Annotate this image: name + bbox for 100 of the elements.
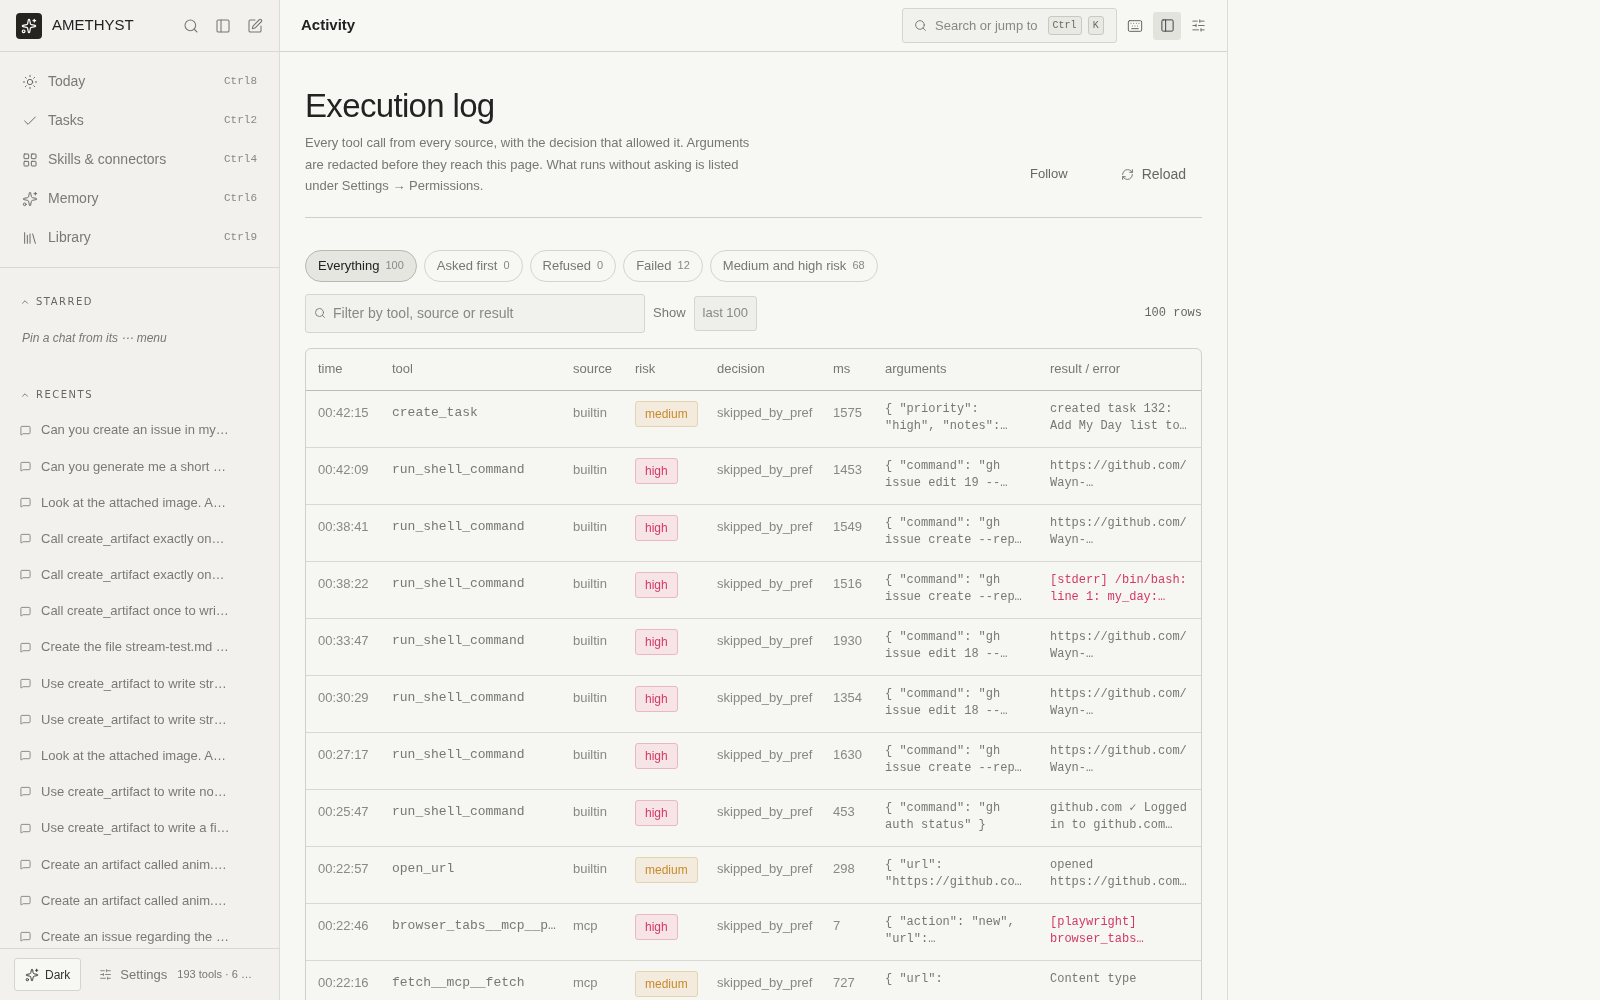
- table-cell-text: 7: [833, 916, 842, 935]
- show-select[interactable]: last 100: [693, 295, 758, 331]
- tool-name: run_shell_command: [392, 745, 526, 764]
- table-cell-text: 00:42:09: [318, 460, 370, 479]
- table-cell-text: skipped_by_pref: [717, 517, 814, 536]
- tool-name: run_shell_command: [392, 802, 526, 821]
- settings-button[interactable]: Settings: [99, 964, 168, 985]
- result-text: https://github.com/ Wayn-…: [1050, 628, 1188, 663]
- section-header[interactable]: RECENTS: [20, 387, 259, 402]
- recent-chat[interactable]: Use create_artifact to write no…: [20, 773, 259, 811]
- tools-summary: 193 tools · 6 …: [177, 967, 252, 983]
- column-header: source: [573, 360, 614, 379]
- risk-badge: high: [635, 913, 678, 940]
- sidebar-toggle[interactable]: [1153, 11, 1181, 40]
- chat-icon: [20, 533, 31, 545]
- arguments-cell-text: { "priority": "high", "notes":…: [885, 400, 1009, 435]
- nav-item[interactable]: Skills & connectors Ctrl4: [0, 140, 279, 179]
- column-header: result / error: [1050, 360, 1122, 379]
- filter-chip[interactable]: Refused 0: [529, 249, 617, 282]
- filter-chip[interactable]: Everything 100: [305, 249, 417, 282]
- table-cell-text: 1575: [833, 403, 863, 422]
- table-cell-text: builtin: [573, 574, 608, 593]
- result-text: https://github.com/ Wayn-…: [1050, 514, 1188, 549]
- table-cell-text: builtin: [573, 745, 608, 764]
- sparkle-icon: [21, 17, 37, 34]
- recent-chat[interactable]: Use create_artifact to write a fi…: [20, 810, 259, 847]
- risk-badge: high: [635, 457, 678, 484]
- table-cell-text: builtin: [573, 688, 608, 707]
- table-cell-text: skipped_by_pref: [717, 745, 814, 764]
- error-text: [playwright] browser_tabs…: [1050, 913, 1145, 948]
- nav-item[interactable]: Today Ctrl8: [0, 62, 279, 101]
- recent-chat[interactable]: Call create_artifact exactly on…: [20, 520, 259, 557]
- filter-chip[interactable]: Asked first 0: [423, 249, 523, 282]
- arguments-cell-text: { "url": "https://github.co…: [885, 856, 1023, 891]
- column-header: decision: [717, 360, 766, 379]
- sliders-icon[interactable]: [1191, 18, 1206, 33]
- search-icon: [914, 19, 927, 32]
- nav-item[interactable]: Library Ctrl9: [0, 218, 279, 257]
- chat-icon: [20, 858, 31, 870]
- chat-icon: [20, 460, 31, 472]
- filter-chip[interactable]: Failed 12: [623, 249, 703, 282]
- arguments-cell-text: { "command": "gh issue create --rep…: [885, 742, 1023, 777]
- section-header[interactable]: STARRED: [20, 294, 259, 309]
- column-header: arguments: [885, 360, 948, 379]
- risk-badge: medium: [635, 400, 698, 427]
- table-cell-text: 00:33:47: [318, 631, 370, 650]
- risk-badge: high: [635, 799, 678, 826]
- error-text: [stderr] /bin/bash: line 1: my_day:…: [1050, 571, 1188, 606]
- search-field[interactable]: Search or jump to Ctrl K: [902, 8, 1117, 43]
- recent-chat[interactable]: Call create_artifact once to wri…: [20, 592, 259, 630]
- recent-chat[interactable]: Use create_artifact to write str…: [20, 701, 259, 738]
- recent-chat[interactable]: Create an issue regarding the …: [20, 918, 259, 948]
- nav-item[interactable]: Memory Ctrl6: [0, 179, 279, 218]
- search-icon[interactable]: [183, 17, 199, 34]
- table-cell-text: 1630: [833, 745, 863, 764]
- recent-chat[interactable]: Call create_artifact exactly on…: [20, 556, 259, 593]
- arguments-cell-text: { "action": "new", "url":…: [885, 913, 1016, 948]
- books-icon: [22, 229, 38, 246]
- recent-chat[interactable]: Create an artifact called anim.…: [20, 882, 259, 919]
- table-cell-text: 00:38:22: [318, 574, 370, 593]
- filter-chip[interactable]: Medium and high risk 68: [709, 249, 878, 282]
- tool-name: run_shell_command: [392, 631, 526, 650]
- recent-chat[interactable]: Create an artifact called anim.…: [20, 846, 259, 883]
- filter-field[interactable]: Filter by tool, source or result: [305, 293, 645, 333]
- table-cell-text: skipped_by_pref: [717, 916, 814, 935]
- recent-chat[interactable]: Create the file stream-test.md …: [20, 629, 259, 666]
- reload-icon: [1120, 167, 1134, 181]
- reload-button[interactable]: Reload: [1104, 159, 1202, 189]
- keyboard-icon[interactable]: [1127, 17, 1143, 34]
- risk-badge: high: [635, 514, 678, 541]
- table-cell-text: skipped_by_pref: [717, 460, 814, 479]
- nav-item[interactable]: Tasks Ctrl2: [0, 101, 279, 140]
- table-cell-text: 00:30:29: [318, 688, 370, 707]
- table-cell-text: skipped_by_pref: [717, 631, 814, 650]
- chat-icon: [20, 677, 31, 689]
- sidebar-toggle-icon[interactable]: [215, 17, 231, 34]
- column-header: time: [318, 360, 344, 379]
- app-name: AMETHYST: [52, 15, 134, 36]
- table-cell-text: 00:27:17: [318, 745, 370, 764]
- table-cell-text: builtin: [573, 403, 608, 422]
- table-cell-text: 298: [833, 859, 856, 878]
- risk-badge: high: [635, 742, 678, 769]
- table-cell-text: skipped_by_pref: [717, 973, 814, 992]
- table-cell-text: builtin: [573, 631, 608, 650]
- key-cap: Ctrl: [1047, 16, 1082, 35]
- recent-chat[interactable]: Look at the attached image. A…: [20, 484, 259, 521]
- recent-chat[interactable]: Look at the attached image. A…: [20, 737, 259, 774]
- follow-button[interactable]: Follow: [1013, 160, 1085, 188]
- sun-icon: [22, 73, 38, 90]
- result-text: https://github.com/ Wayn-…: [1050, 457, 1188, 492]
- table-cell-text: 00:22:16: [318, 973, 370, 992]
- table-cell-text: 00:42:15: [318, 403, 370, 422]
- recent-chat[interactable]: Use create_artifact to write str…: [20, 665, 259, 702]
- arguments-cell-text: { "command": "gh issue create --rep…: [885, 571, 1023, 606]
- theme-button[interactable]: Dark: [14, 958, 82, 991]
- result-text: opened https://github.com…: [1050, 856, 1188, 891]
- recent-chat[interactable]: Can you create an issue in my…: [20, 412, 259, 449]
- chat-icon: [20, 605, 31, 617]
- new-chat-icon[interactable]: [247, 17, 263, 34]
- recent-chat[interactable]: Can you generate me a short …: [20, 448, 259, 485]
